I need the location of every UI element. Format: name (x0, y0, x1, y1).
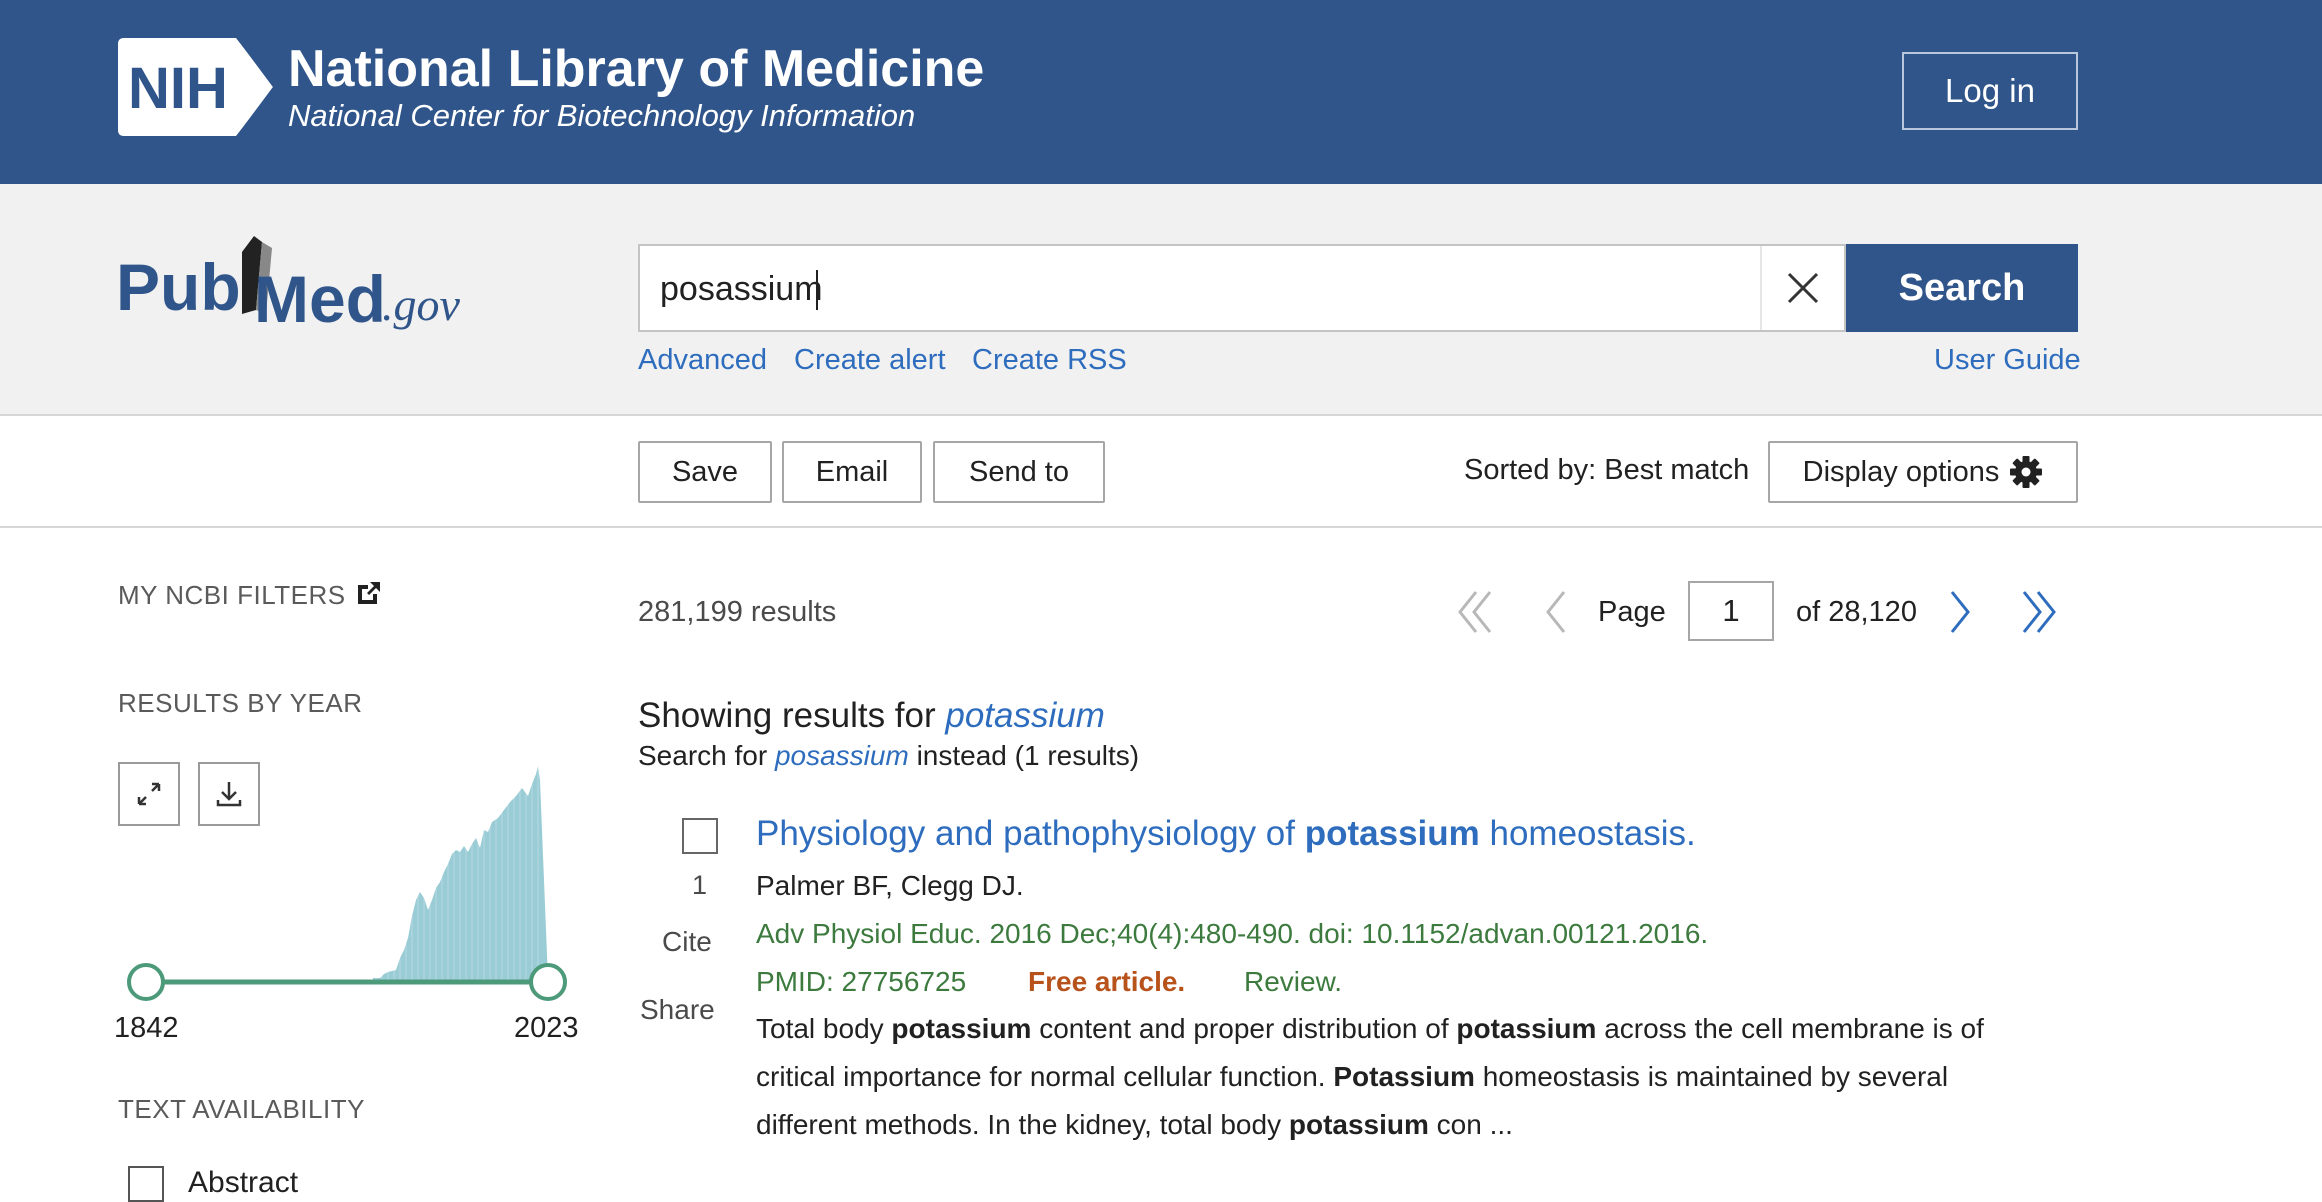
showing-results-for: Showing results for potassium (638, 696, 1105, 736)
first-page-button[interactable] (1450, 582, 1502, 642)
pubmed-logo-pub: Pub (116, 250, 241, 324)
year-start-label: 1842 (114, 1012, 179, 1044)
snippet-highlight: potassium (1456, 1013, 1597, 1044)
text-caret (816, 270, 818, 310)
login-button[interactable]: Log in (1902, 52, 2078, 130)
save-button[interactable]: Save (638, 441, 772, 503)
page-number-input[interactable]: 1 (1688, 581, 1774, 641)
result-snippet-line: Total body potassium content and proper … (756, 1013, 1984, 1045)
email-button[interactable]: Email (782, 441, 922, 503)
snippet-text: across the cell membrane is of (1596, 1013, 1984, 1044)
nih-logo-text: NIH (128, 56, 228, 121)
corrected-term-link[interactable]: potassium (945, 696, 1105, 735)
snippet-highlight: potassium (1288, 1109, 1429, 1140)
instead-prefix: Search for (638, 740, 775, 771)
results-by-year-chart[interactable] (118, 760, 588, 1020)
result-snippet-line: critical importance for normal cellular … (756, 1061, 1948, 1093)
result-authors: Palmer BF, Clegg DJ. (756, 870, 1024, 901)
send-to-button[interactable]: Send to (933, 441, 1105, 503)
snippet-text: Total body (756, 1013, 892, 1044)
title-highlight: potassium (1304, 814, 1480, 853)
snippet-highlight: potassium (891, 1013, 1032, 1044)
org-name[interactable]: National Library of Medicine (288, 36, 984, 102)
clear-search-button[interactable] (1760, 246, 1844, 330)
search-instead: Search for posassium instead (1 results) (638, 740, 1139, 772)
pubmed-logo[interactable]: Pub Med .gov (116, 230, 488, 340)
year-end-label: 2023 (514, 1012, 579, 1044)
external-link-icon[interactable] (356, 580, 382, 606)
result-checkbox[interactable] (682, 818, 718, 854)
double-chevron-left-icon (1458, 591, 1492, 633)
create-rss-link[interactable]: Create RSS (972, 344, 1127, 377)
previous-page-button[interactable] (1530, 582, 1582, 642)
sorted-by-label: Sorted by: Best match (1464, 454, 1750, 486)
user-guide-link[interactable]: User Guide (1934, 344, 2081, 377)
snippet-text: critical importance for normal cellular … (756, 1061, 1334, 1092)
snippet-text: con ... (1428, 1109, 1513, 1140)
snippet-text: content and proper distribution of (1031, 1013, 1457, 1044)
next-page-button[interactable] (1934, 582, 1986, 642)
close-icon (1787, 272, 1819, 304)
result-title-link[interactable]: Physiology and pathophysiology of potass… (756, 814, 1696, 854)
snippet-highlight: Potassium (1333, 1061, 1475, 1092)
result-pmid: PMID: 27756725 (756, 966, 967, 997)
double-chevron-right-icon (2022, 591, 2056, 633)
article-type: Review. (1244, 966, 1343, 997)
display-options-label: Display options (1802, 455, 2000, 488)
org-subtitle[interactable]: National Center for Biotechnology Inform… (288, 96, 915, 136)
text-availability-heading: TEXT AVAILABILITY (118, 1094, 365, 1124)
title-part: homeostasis. (1479, 814, 1696, 853)
result-snippet-line: different methods. In the kidney, total … (756, 1109, 1513, 1141)
my-ncbi-filters-heading[interactable]: MY NCBI FILTERS (118, 580, 346, 611)
page-total-label: of 28,120 (1796, 596, 1917, 628)
nih-logo[interactable]: NIH (118, 38, 274, 136)
snippet-text: homeostasis is maintained by several (1474, 1061, 1949, 1092)
page-label: Page (1598, 596, 1666, 628)
year-slider-start-handle[interactable] (127, 963, 165, 1001)
title-part: Physiology and pathophysiology of (756, 814, 1305, 853)
share-button[interactable]: Share (640, 994, 715, 1026)
search-button[interactable]: Search (1846, 244, 2078, 332)
free-article-badge: Free article. (1028, 966, 1186, 997)
display-options-button[interactable]: Display options (1768, 441, 2078, 503)
advanced-search-link[interactable]: Advanced (638, 344, 767, 377)
last-page-button[interactable] (2012, 582, 2064, 642)
pubmed-logo-gov: .gov (382, 279, 461, 330)
pubmed-logo-med: Med (254, 262, 386, 336)
original-term-link[interactable]: posassium (775, 740, 909, 771)
abstract-label[interactable]: Abstract (188, 1166, 298, 1200)
instead-suffix: instead (1 results) (908, 740, 1140, 771)
chevron-right-icon (1950, 591, 1970, 633)
showing-prefix: Showing results for (638, 696, 946, 735)
result-citation: Adv Physiol Educ. 2016 Dec;40(4):480-490… (756, 918, 1709, 949)
cite-button[interactable]: Cite (662, 926, 712, 958)
result-count: 281,199 results (638, 596, 837, 628)
abstract-checkbox[interactable] (128, 1166, 164, 1202)
chevron-left-icon (1546, 591, 1566, 633)
create-alert-link[interactable]: Create alert (794, 344, 946, 377)
search-input[interactable] (660, 262, 1760, 316)
year-slider-end-handle[interactable] (529, 963, 567, 1001)
year-histogram (373, 766, 548, 980)
result-number: 1 (692, 870, 708, 900)
gear-icon (2010, 456, 2043, 488)
results-by-year-heading: RESULTS BY YEAR (118, 688, 363, 718)
snippet-text: different methods. In the kidney, total … (756, 1109, 1289, 1140)
